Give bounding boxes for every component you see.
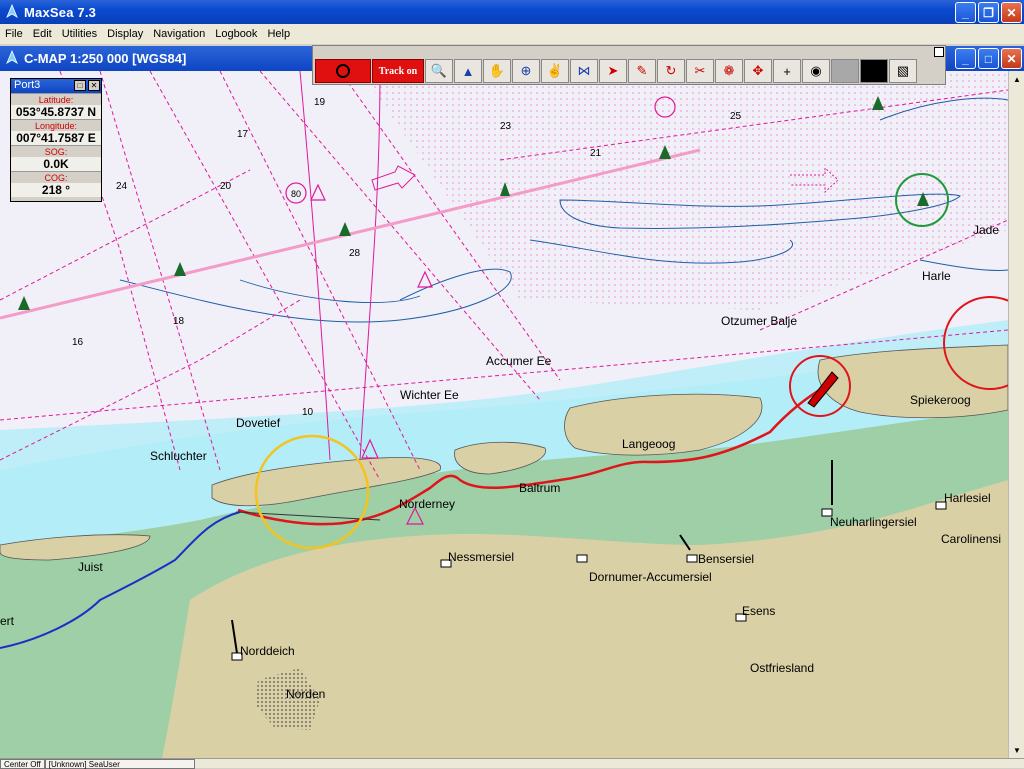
menu-utilities[interactable]: Utilities [57,28,102,40]
minimize-button[interactable]: _ [955,2,976,23]
close-button[interactable]: ✕ [1001,2,1022,23]
center-icon[interactable]: ◉ [802,59,830,83]
place-baltrum: Baltrum [519,481,561,495]
sounding: 20 [220,181,232,192]
tool-palette: Track on 🔍 ▲ ✋ ⊕ ✌ ⋈ ➤ ✎ ↻ ✂ ❁ ✥ + ◉ ▧ [312,45,946,85]
sounding: 17 [237,129,249,140]
place-esens: Esens [742,604,776,618]
place-neuharlingersiel: Neuharlingersiel [830,515,917,529]
place-schluchter: Schluchter [150,449,207,463]
panel-restore-button[interactable]: □ [74,80,86,91]
latitude-value: 053°45.8737 N [11,105,101,119]
black-swatch-button[interactable] [860,59,888,83]
man-overboard-button[interactable] [315,59,371,83]
place-juist: Juist [78,560,103,574]
cog-label: COG: [11,171,101,183]
place-harle: Harle [922,269,951,283]
chart-maximize-button[interactable]: □ [978,48,999,69]
sounding: 18 [173,316,185,327]
panel-close-button[interactable]: ✕ [88,80,100,91]
place-norddeich: Norddeich [240,644,295,658]
gray-swatch-button[interactable] [831,59,859,83]
place-otzumer-balje: Otzumer Balje [721,314,798,328]
chart-minimize-button[interactable]: _ [955,48,976,69]
sounding: 80 [291,189,302,199]
place-carolinensiel: Carolinensi [941,532,1002,546]
place-dornumer-accumersiel: Dornumer-Accumersiel [589,570,712,584]
menu-file[interactable]: File [0,28,28,40]
place-nessmersiel: Nessmersiel [448,550,515,564]
app-title: MaxSea 7.3 [24,4,97,20]
place-dovetief: Dovetief [236,416,281,430]
sounding: 24 [116,181,128,192]
sounding: 10 [302,407,314,418]
compass-tool-icon[interactable]: ▲ [454,59,482,83]
route-tool-icon[interactable]: ⋈ [570,59,598,83]
pan-hand-icon[interactable]: ✋ [483,59,511,83]
status-bar: Center Off [Unknown] SeaUser [0,758,1024,769]
place-jade: Jade [973,223,1000,237]
sounding: 25 [730,111,742,122]
longitude-value: 007°41.7587 E [11,131,101,145]
cog-value: 218 ° [11,183,101,197]
scroll-up-arrow-icon[interactable]: ▲ [1009,71,1024,87]
user-status: [Unknown] SeaUser [44,758,195,769]
menu-display[interactable]: Display [102,28,148,40]
sog-value: 0.0K [11,157,101,171]
track-on-button[interactable]: Track on [372,59,424,83]
place-spiekeroog: Spiekeroog [910,393,971,407]
panel-title: Port3 [14,79,41,91]
app-title-bar: MaxSea 7.3 _ ❐ ✕ [0,0,1024,24]
move-icon[interactable]: ✥ [744,59,772,83]
place-bensersiel: Bensersiel [698,552,755,566]
menu-navigation[interactable]: Navigation [148,28,210,40]
place-harlesiel: Harlesiel [944,491,991,505]
place-ostfriesland: Ostfriesland [750,661,815,675]
sounding: 19 [314,97,326,108]
pencil-icon[interactable]: ✎ [628,59,656,83]
maximize-button[interactable]: ❐ [978,2,999,23]
sounding: 28 [349,248,361,259]
sounding: 23 [500,121,512,132]
grab-hand-icon[interactable]: ✌ [541,59,569,83]
place-langeoog: Langeoog [622,437,676,451]
center-status[interactable]: Center Off [0,758,45,769]
chart-window-icon [6,50,18,64]
menu-logbook[interactable]: Logbook [210,28,262,40]
menu-bar: File Edit Utilities Display Navigation L… [0,24,1024,44]
sounding: 16 [72,337,84,348]
menu-help[interactable]: Help [262,28,295,40]
longitude-label: Longitude: [11,119,101,131]
chart-map[interactable]: Jade Harle Otzumer Balje Accumer Ee Wich… [0,71,1008,758]
place-norderney: Norderney [399,497,456,511]
chart-window-title: C-MAP 1:250 000 [WGS84] [24,51,187,66]
place-wichter-ee: Wichter Ee [400,388,459,402]
target-icon[interactable]: ❁ [715,59,743,83]
display-mode-icon[interactable]: ▧ [889,59,917,83]
port3-data-panel: Port3 □ ✕ Latitude: 053°45.8737 N Longit… [10,78,102,202]
sounding: 21 [590,148,602,159]
rotate-icon[interactable]: ↻ [657,59,685,83]
place-norden: Norden [286,687,326,701]
crosshair-icon[interactable]: ⊕ [512,59,540,83]
maxsea-app-icon [6,4,18,18]
pointer-icon[interactable]: ➤ [599,59,627,83]
chart-close-button[interactable]: ✕ [1001,48,1022,69]
sog-label: SOG: [11,145,101,157]
nautical-chart-svg [0,71,1008,758]
port3-panel-header: Port3 □ ✕ [11,79,101,93]
place-accumer-ee: Accumer Ee [486,354,552,368]
latitude-label: Latitude: [11,93,101,105]
plus-icon[interactable]: + [773,59,801,83]
scissors-icon[interactable]: ✂ [686,59,714,83]
scroll-down-arrow-icon[interactable]: ▼ [1009,742,1024,758]
place-ert: ert [0,614,15,628]
tool-palette-close[interactable] [934,47,944,57]
menu-edit[interactable]: Edit [28,28,57,40]
zoom-icon[interactable]: 🔍 [425,59,453,83]
vertical-scrollbar[interactable]: ▲ ▼ [1008,71,1024,758]
